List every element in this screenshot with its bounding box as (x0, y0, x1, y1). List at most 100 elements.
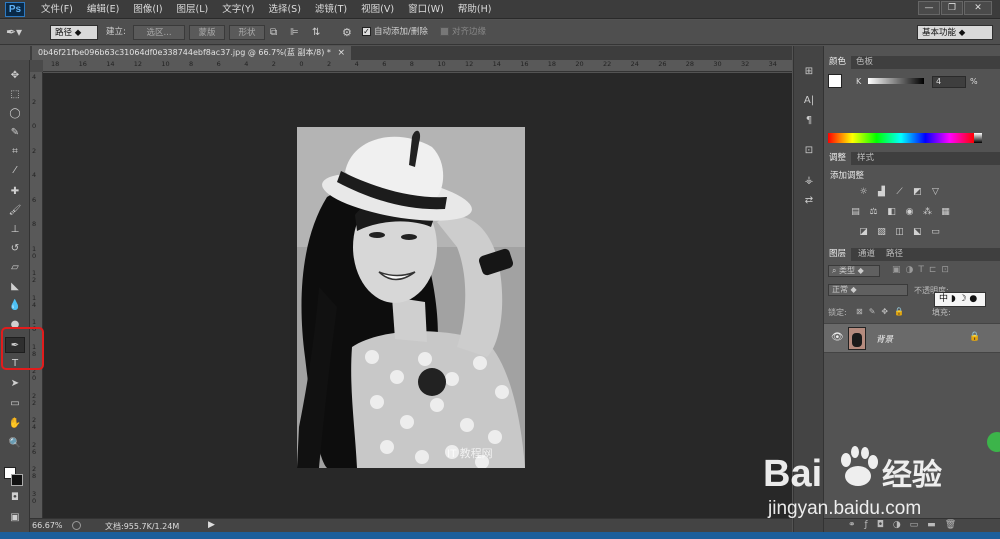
character-panel-icon[interactable]: A| (801, 94, 817, 108)
ruler-h-tick: 14 (106, 60, 115, 68)
document-tab[interactable]: 0b46f21fbe096b63c31064df0e338744ebf8ac37… (32, 46, 351, 60)
color-foreground-swatch[interactable] (828, 74, 842, 88)
layer-row[interactable]: 👁 背景 🔒 (824, 323, 1000, 353)
menu-item-9[interactable]: 帮助(H) (451, 0, 499, 19)
tab-styles[interactable]: 样式 (852, 152, 879, 165)
levels-icon[interactable]: ▟ (876, 187, 887, 197)
info-panel-icon[interactable]: ⊡ (801, 144, 817, 158)
menu-item-2[interactable]: 图像(I) (126, 0, 169, 19)
vibrance-icon[interactable]: ▽ (930, 187, 941, 197)
paragraph-panel-icon[interactable]: ¶ (801, 114, 817, 128)
menu-item-4[interactable]: 文字(Y) (215, 0, 261, 19)
color-balance-icon[interactable]: ⚖ (868, 207, 879, 217)
align-edges-checkbox[interactable]: 对齐边缘 (440, 25, 486, 40)
path-arrangement-icon[interactable]: ⇅ (312, 25, 326, 40)
status-indicator-icon[interactable] (72, 521, 81, 530)
menu-item-7[interactable]: 视图(V) (354, 0, 401, 19)
background-color-swatch[interactable] (11, 474, 23, 486)
quick-mask-icon[interactable]: ◘ (5, 490, 25, 506)
history-panel-icon[interactable]: ⊞ (801, 65, 817, 79)
status-menu-arrow-icon[interactable]: ▶ (208, 520, 215, 530)
path-alignment-icon[interactable]: ⊫ (290, 25, 302, 40)
eraser-tool-icon[interactable]: ▱ (5, 260, 25, 276)
move-tool-icon[interactable]: ✥ (5, 68, 25, 84)
brush-panel-icon[interactable]: ⚶ (801, 174, 817, 188)
path-operations-icon[interactable]: ⧉ (270, 25, 282, 40)
ruler-v-tick: 2 (32, 146, 37, 155)
layer-filter-select[interactable]: ⌕ 类型 ◆ (828, 265, 880, 277)
tab-channels[interactable]: 通道 (853, 248, 880, 261)
menu-item-6[interactable]: 滤镜(T) (308, 0, 354, 19)
menu-item-1[interactable]: 编辑(E) (80, 0, 126, 19)
photo-image[interactable]: IT 教程网 (297, 127, 525, 468)
clone-stamp-tool-icon[interactable]: ⊥ (5, 222, 25, 238)
screen-mode-icon[interactable]: ▣ (5, 510, 25, 526)
pen-tool-preset-icon[interactable]: ✒▾ (6, 25, 34, 40)
healing-brush-tool-icon[interactable]: ✚ (5, 184, 25, 200)
make-selection-button[interactable]: 选区... (133, 25, 185, 40)
exposure-icon[interactable]: ◩ (912, 187, 923, 197)
restore-button[interactable]: ❐ (941, 1, 963, 15)
layer-filter-icons[interactable]: ▣◑T⊏⊡ (892, 265, 954, 275)
marquee-tool-icon[interactable]: ⬚ (5, 87, 25, 103)
menu-item-0[interactable]: 文件(F) (34, 0, 80, 19)
path-selection-tool-icon[interactable]: ➤ (5, 376, 25, 392)
brush-tool-icon[interactable]: 🖌 (5, 203, 25, 219)
layer-name[interactable]: 背景 (876, 333, 893, 345)
menu-item-3[interactable]: 图层(L) (170, 0, 216, 19)
selective-color-icon[interactable]: ⬕ (912, 227, 923, 237)
photo-filter-icon[interactable]: ◉ (904, 207, 915, 217)
tab-layers[interactable]: 图层 (824, 248, 852, 261)
make-shape-button[interactable]: 形状 (229, 25, 265, 40)
k-value-input[interactable]: 4 (932, 76, 966, 88)
invert-icon[interactable]: ◪ (858, 227, 869, 237)
curves-icon[interactable]: ⟋ (894, 187, 905, 197)
workspace-select[interactable]: 基本功能 ◆ (917, 25, 993, 40)
tab-paths[interactable]: 路径 (881, 248, 908, 261)
threshold-icon[interactable]: ◫ (894, 227, 905, 237)
black-white-ramp[interactable] (974, 133, 982, 143)
history-brush-tool-icon[interactable]: ↺ (5, 241, 25, 257)
gear-icon[interactable]: ⚙ (342, 25, 354, 40)
tool-mode-select[interactable]: 路径 ◆ (50, 25, 98, 40)
menu-item-8[interactable]: 窗口(W) (401, 0, 451, 19)
ime-status-bar[interactable]: 中 ◗ ☽ ● (934, 292, 986, 307)
ruler-h-tick: 6 (382, 60, 387, 68)
black-white-icon[interactable]: ◧ (886, 207, 897, 217)
k-slider-track[interactable] (868, 78, 924, 84)
tab-swatches[interactable]: 色板 (851, 56, 878, 69)
channel-mixer-icon[interactable]: ⁂ (922, 207, 933, 217)
paint-bucket-tool-icon[interactable]: ◣ (5, 279, 25, 295)
close-tab-icon[interactable]: × (337, 48, 345, 58)
tab-adjustments[interactable]: 调整 (824, 152, 852, 165)
color-spectrum-bar[interactable] (828, 133, 974, 143)
crop-tool-icon[interactable]: ⌗ (5, 144, 25, 160)
posterize-icon[interactable]: ▧ (876, 227, 887, 237)
hue-saturation-icon[interactable]: ▤ (850, 207, 861, 217)
ruler-origin[interactable] (30, 60, 43, 72)
eyedropper-tool-icon[interactable]: ⁄ (5, 163, 25, 179)
zoom-level[interactable]: 66.67% (32, 521, 63, 530)
hand-tool-icon[interactable]: ✋ (5, 416, 25, 432)
shape-tool-icon[interactable]: ▭ (5, 396, 25, 412)
minimize-button[interactable]: — (918, 1, 940, 15)
eye-icon[interactable]: 👁 (831, 332, 844, 343)
close-button[interactable]: ✕ (964, 1, 992, 15)
color-lookup-icon[interactable]: ▦ (940, 207, 951, 217)
tab-color[interactable]: 颜色 (824, 56, 852, 69)
brightness-contrast-icon[interactable]: ☼ (858, 187, 869, 197)
blend-mode-select[interactable]: 正常 ◆ (828, 284, 908, 296)
lasso-tool-icon[interactable]: ◯ (5, 106, 25, 122)
blur-tool-icon[interactable]: 💧 (5, 298, 25, 314)
auto-add-delete-checkbox[interactable]: ✓ 自动添加/删除 (362, 25, 428, 40)
make-mask-button[interactable]: 蒙版 (189, 25, 225, 40)
zoom-tool-icon[interactable]: 🔍 (5, 436, 25, 452)
ruler-h-tick: 8 (409, 60, 414, 68)
ruler-v-tick: 2 8 (32, 465, 37, 480)
tool-presets-panel-icon[interactable]: ⇄ (801, 194, 817, 208)
gradient-map-icon[interactable]: ▭ (930, 227, 941, 237)
quick-select-tool-icon[interactable]: ✎ (5, 125, 25, 141)
menu-item-5[interactable]: 选择(S) (261, 0, 307, 19)
ruler-v-tick: 0 (32, 122, 37, 130)
lock-icons[interactable]: ⊠✎✥🔒 (856, 307, 910, 316)
